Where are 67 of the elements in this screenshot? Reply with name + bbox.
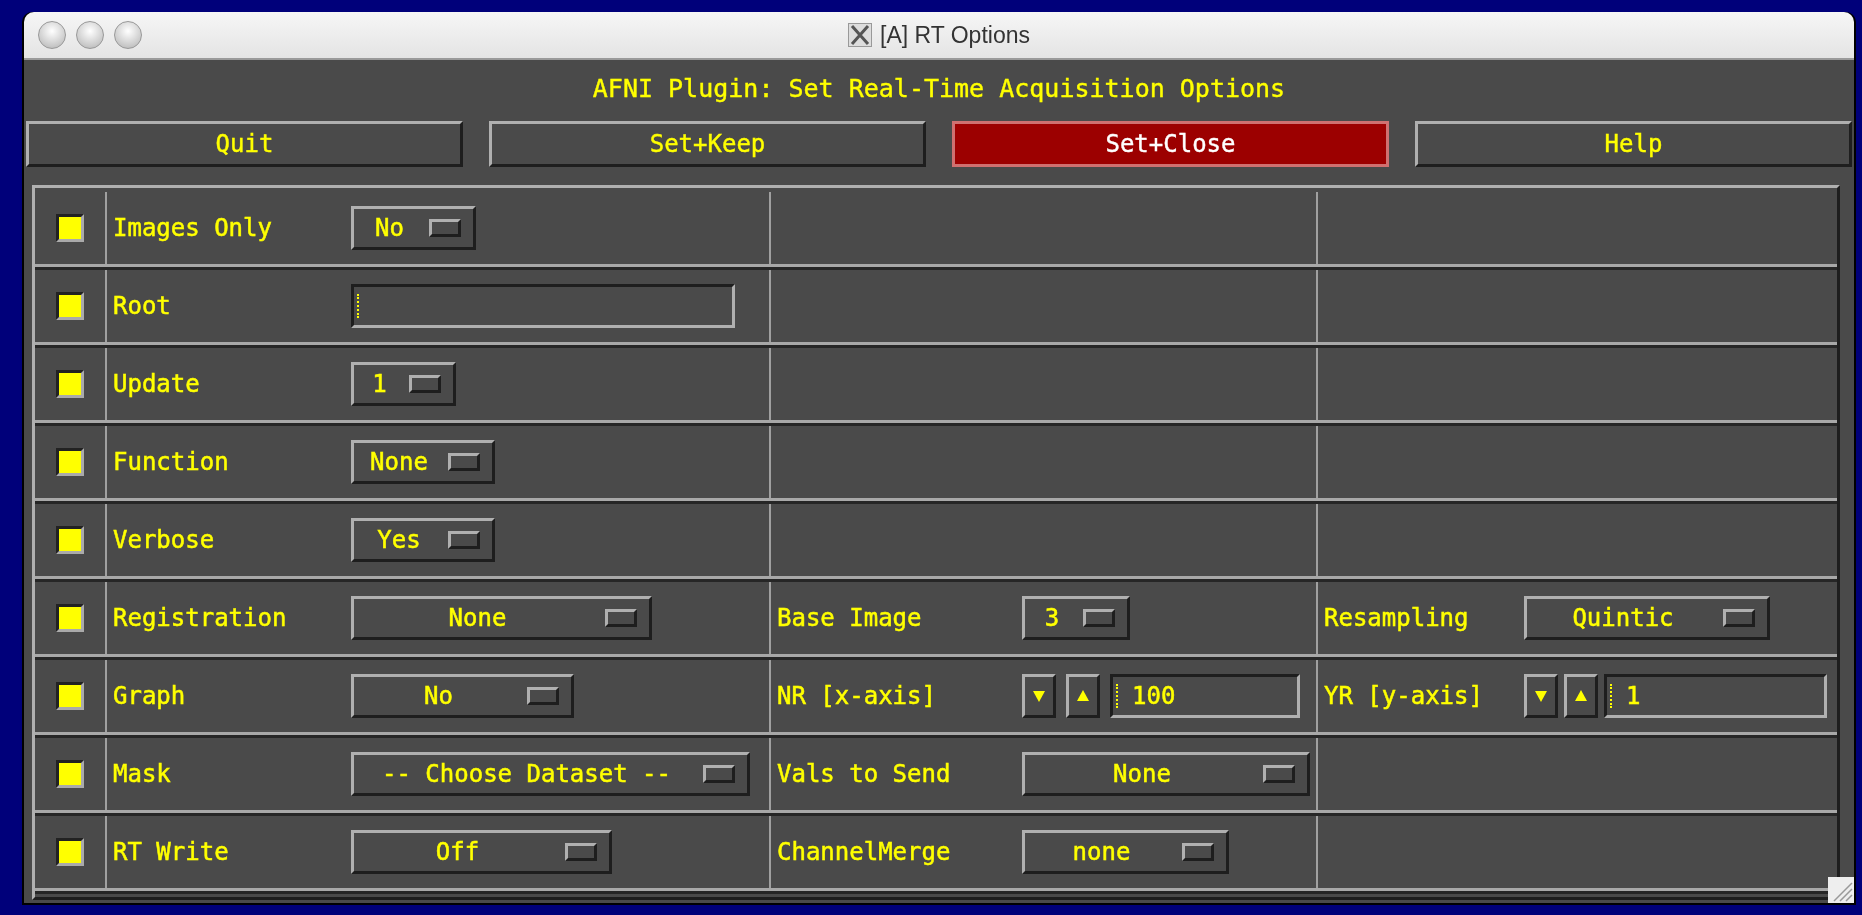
text-field[interactable] xyxy=(351,284,735,328)
option-menu[interactable]: Yes xyxy=(351,518,495,562)
number-field[interactable]: 1 xyxy=(1604,674,1827,718)
resize-grip-icon xyxy=(1828,877,1854,903)
option-label: Vals to Send xyxy=(777,760,952,788)
option-label: Function xyxy=(113,448,230,476)
option-label: RT Write xyxy=(113,838,230,866)
option-label: Images Only xyxy=(113,214,273,242)
option-toggle[interactable] xyxy=(56,760,84,788)
up-triangle-icon xyxy=(1076,689,1090,703)
menu-indicator-icon xyxy=(1083,609,1115,627)
menu-indicator-icon xyxy=(429,219,461,237)
option-label: NR [x-axis] xyxy=(777,682,937,710)
option-toggle[interactable] xyxy=(56,838,84,866)
option-toggle[interactable] xyxy=(56,682,84,710)
option-toggle[interactable] xyxy=(56,292,84,320)
menu-indicator-icon xyxy=(448,453,480,471)
menu-indicator-icon xyxy=(1182,843,1214,861)
up-triangle-icon xyxy=(1574,689,1588,703)
option-toggle[interactable] xyxy=(56,526,84,554)
down-triangle-icon xyxy=(1534,689,1548,703)
menu-indicator-icon xyxy=(448,531,480,549)
menu-indicator-icon xyxy=(527,687,559,705)
menu-indicator-icon xyxy=(565,843,597,861)
option-menu[interactable]: -- Choose Dataset -- xyxy=(351,752,750,796)
menu-indicator-icon xyxy=(703,765,735,783)
action-button[interactable]: Set+Keep xyxy=(489,121,926,167)
decrement-button[interactable] xyxy=(1022,674,1056,718)
option-label: Update xyxy=(113,370,201,398)
down-triangle-icon xyxy=(1032,689,1046,703)
option-menu[interactable]: 3 xyxy=(1022,596,1130,640)
option-toggle[interactable] xyxy=(56,214,84,242)
option-label: Registration xyxy=(113,604,288,632)
action-button[interactable]: Set+Close xyxy=(952,121,1389,167)
option-menu[interactable]: None xyxy=(351,440,495,484)
action-button[interactable]: Quit xyxy=(26,121,463,167)
increment-button[interactable] xyxy=(1564,674,1598,718)
option-menu[interactable]: Quintic xyxy=(1524,596,1770,640)
option-toggle[interactable] xyxy=(56,370,84,398)
menu-indicator-icon xyxy=(409,375,441,393)
option-toggle[interactable] xyxy=(56,604,84,632)
option-label: Root xyxy=(113,292,172,320)
menu-indicator-icon xyxy=(1263,765,1295,783)
option-menu[interactable]: None xyxy=(351,596,652,640)
decrement-button[interactable] xyxy=(1524,674,1558,718)
option-label: Verbose xyxy=(113,526,216,554)
increment-button[interactable] xyxy=(1066,674,1100,718)
option-menu[interactable]: None xyxy=(1022,752,1310,796)
number-field[interactable]: 100 xyxy=(1110,674,1300,718)
option-label: ChannelMerge xyxy=(777,838,952,866)
option-menu[interactable]: none xyxy=(1022,830,1229,874)
option-label: Graph xyxy=(113,682,187,710)
action-button[interactable]: Help xyxy=(1415,121,1852,167)
option-menu[interactable]: No xyxy=(351,674,574,718)
plugin-title: AFNI Plugin: Set Real-Time Acquisition Options xyxy=(591,73,1287,105)
option-label: Base Image xyxy=(777,604,923,632)
option-toggle[interactable] xyxy=(56,448,84,476)
option-menu[interactable]: 1 xyxy=(351,362,456,406)
app-icon xyxy=(848,23,872,47)
option-menu[interactable]: Off xyxy=(351,830,612,874)
option-menu[interactable]: No xyxy=(351,206,476,250)
window-title: [A] RT Options xyxy=(880,21,1030,49)
menu-indicator-icon xyxy=(605,609,637,627)
menu-indicator-icon xyxy=(1723,609,1755,627)
option-label: Mask xyxy=(113,760,172,788)
option-label: YR [y-axis] xyxy=(1324,682,1484,710)
option-label: Resampling xyxy=(1324,604,1470,632)
